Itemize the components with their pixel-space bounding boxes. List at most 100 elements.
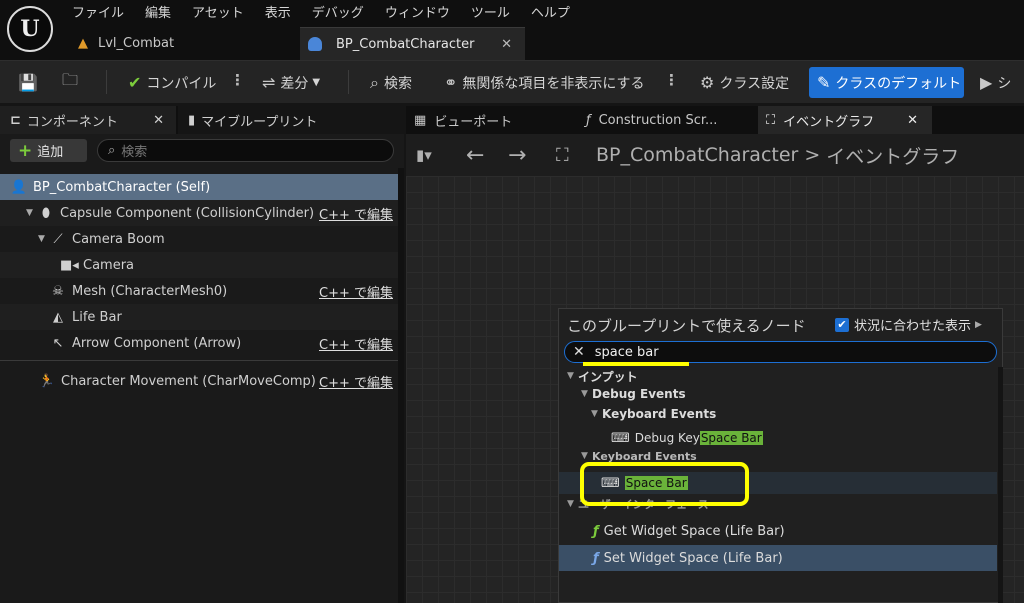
node-set-widget-space[interactable]: ƒ Set Widget Space (Life Bar): [559, 545, 997, 571]
tab-blueprint[interactable]: BP_CombatCharacter ✕: [300, 27, 525, 60]
menu-help[interactable]: ヘルプ: [531, 2, 581, 21]
search-icon: ⌕: [108, 143, 116, 158]
tab-components-label: コンポーネント: [26, 114, 118, 130]
search-placeholder: 検索: [121, 145, 148, 160]
viewport-icon: ▦: [414, 112, 427, 128]
tree-item-label: Life Bar: [72, 309, 122, 325]
chevron-right-icon[interactable]: ▶: [975, 320, 982, 330]
tree-item-self[interactable]: 👤 BP_CombatCharacter (Self): [0, 174, 398, 200]
tree-item-label: Character Movement (CharMoveComp): [61, 373, 316, 389]
play-icon: ▶: [980, 73, 993, 92]
tab-level[interactable]: ▲ Lvl_Combat: [72, 27, 298, 60]
node-search-input[interactable]: ✕ space bar: [564, 341, 997, 363]
breadcrumb-blueprint[interactable]: BP_CombatCharacter: [596, 144, 798, 166]
save-icon: 💾: [18, 73, 38, 92]
back-arrow-icon[interactable]: ←: [466, 134, 484, 176]
plus-icon: +: [18, 140, 33, 161]
unreal-logo-icon[interactable]: U: [7, 6, 53, 52]
component-search-input[interactable]: ⌕ 検索: [97, 139, 394, 162]
expand-arrow-icon[interactable]: ▼: [38, 234, 49, 244]
pencil-icon: ✎: [817, 73, 831, 92]
node-context-menu: このブループリントで使えるノード ✔ 状況に合わせた表示 ▶ ✕ space b…: [558, 308, 1003, 603]
tab-event-graph[interactable]: ⛶ イベントグラフ ✕: [758, 106, 932, 134]
edit-in-cpp-link[interactable]: C++ で編集: [319, 282, 393, 301]
expand-arrow-icon: ▼: [581, 389, 588, 399]
find-button[interactable]: ⌕ 検索: [370, 61, 412, 104]
expand-arrow-icon: ▼: [567, 371, 574, 381]
tab-construction-label: Construction Scr...: [598, 112, 718, 128]
tab-level-label: Lvl_Combat: [98, 36, 175, 51]
camera-icon: ■◂: [60, 257, 79, 273]
title-bar: U ファイル 編集 アセット 表示 デバッグ ウィンドウ ツール ヘルプ ▲ L…: [0, 0, 1024, 60]
widget-icon: ◭: [53, 309, 63, 325]
tab-my-blueprint[interactable]: ▮ マイブループリント: [178, 106, 404, 134]
tab-event-graph-label: イベントグラフ: [783, 114, 875, 130]
compile-label: コンパイル: [146, 75, 217, 92]
simulate-button[interactable]: ▶ シ: [980, 61, 1011, 104]
menu-tools[interactable]: ツール: [471, 2, 521, 21]
menu-file[interactable]: ファイル: [72, 2, 135, 21]
menu-edit[interactable]: 編集: [145, 2, 182, 21]
menu-window[interactable]: ウィンドウ: [385, 2, 461, 21]
edit-in-cpp-link[interactable]: C++ で編集: [319, 372, 393, 391]
menu-asset[interactable]: アセット: [192, 2, 255, 21]
edit-in-cpp-link[interactable]: C++ で編集: [319, 204, 393, 223]
tree-item-camera[interactable]: ■◂ Camera: [0, 252, 398, 278]
expand-arrow-icon[interactable]: ▼: [26, 208, 37, 218]
tree-divider: [0, 360, 398, 361]
add-component-button[interactable]: + 追加: [10, 139, 87, 162]
hide-unrelated-button[interactable]: ⚭ 無関係な項目を非表示にする: [444, 61, 645, 104]
clear-search-icon[interactable]: ✕: [573, 344, 585, 360]
find-icon: ⌕: [370, 72, 379, 92]
tab-viewport[interactable]: ▦ ビューポート: [406, 106, 576, 134]
menu-debug[interactable]: デバッグ: [312, 2, 375, 21]
forward-arrow-icon[interactable]: →: [508, 134, 526, 176]
node-get-widget-space[interactable]: ƒ Get Widget Space (Life Bar): [559, 519, 997, 543]
breadcrumb-graph: イベントグラフ: [826, 145, 960, 168]
tree-item-mesh[interactable]: ☠ Mesh (CharacterMesh0) C++ で編集: [0, 278, 398, 304]
tree-item-camera-boom[interactable]: ▼ ⟋ Camera Boom: [0, 226, 398, 252]
diff-button[interactable]: ⇌ 差分 ▼: [262, 61, 320, 104]
tree-item-life-bar[interactable]: ◭ Life Bar: [0, 304, 398, 330]
class-settings-button[interactable]: ⚙ クラス設定: [700, 61, 789, 104]
category-debug-events[interactable]: ▼ Debug Events: [559, 383, 997, 405]
tree-item-arrow[interactable]: ↖ Arrow Component (Arrow) C++ で編集: [0, 330, 398, 356]
save-button[interactable]: 💾: [18, 61, 43, 104]
tree-item-capsule[interactable]: ▼ ⬮ Capsule Component (CollisionCylinder…: [0, 200, 398, 226]
annotation-highlight-box: [580, 462, 749, 506]
category-label: Debug Events: [592, 387, 686, 401]
expand-arrow-icon: ▼: [581, 451, 588, 461]
tree-item-character-movement[interactable]: 🏃 Character Movement (CharMoveComp) C++ …: [0, 368, 398, 394]
close-icon[interactable]: ✕: [153, 113, 164, 128]
book-icon: ▮: [188, 112, 196, 128]
context-sensitive-toggle[interactable]: ✔ 状況に合わせた表示 ▶: [835, 315, 982, 334]
scrollbar[interactable]: [398, 168, 404, 603]
breadcrumb: BP_CombatCharacter > イベントグラフ: [596, 134, 959, 176]
tab-components[interactable]: ⊏ コンポーネント ✕: [0, 106, 176, 134]
hide-options-icon[interactable]: ⋮: [664, 71, 679, 89]
close-icon[interactable]: ✕: [501, 37, 512, 52]
bookmark-icon[interactable]: ▮▾: [416, 134, 432, 176]
node-debug-key-space-bar[interactable]: ⌨ Debug Key Space Bar: [559, 427, 997, 449]
skeleton-icon: ☠: [52, 283, 64, 299]
expand-arrow-icon: ▼: [591, 409, 598, 419]
keyboard-icon: ⌨: [611, 430, 630, 446]
checkbox-checked-icon[interactable]: ✔: [835, 317, 849, 332]
class-defaults-button[interactable]: ✎ クラスのデフォルト: [809, 67, 964, 98]
menu-view[interactable]: 表示: [265, 2, 302, 21]
compile-button[interactable]: ✔ コンパイル: [128, 61, 216, 104]
level-icon: ▲: [78, 36, 88, 51]
node-label: Set Widget Space (Life Bar): [603, 550, 783, 566]
tab-construction-script[interactable]: ƒ Construction Scr...: [578, 106, 756, 134]
category-keyboard-events[interactable]: ▼ Keyboard Events: [559, 403, 997, 425]
menu-bar: ファイル 編集 アセット 表示 デバッグ ウィンドウ ツール ヘルプ: [72, 2, 591, 21]
compile-options-icon[interactable]: ⋮: [230, 71, 245, 89]
graph-hierarchy-icon: ⛶: [556, 144, 569, 166]
category-keyboard-events[interactable]: ▼ Keyboard Events: [559, 449, 997, 463]
edit-in-cpp-link[interactable]: C++ で編集: [319, 334, 393, 353]
scrollbar[interactable]: [998, 367, 1003, 603]
function-icon: ƒ: [586, 112, 591, 128]
browse-button[interactable]: 🗀: [62, 61, 83, 104]
context-sensitive-label: 状況に合わせた表示: [854, 319, 972, 334]
close-icon[interactable]: ✕: [907, 113, 918, 128]
